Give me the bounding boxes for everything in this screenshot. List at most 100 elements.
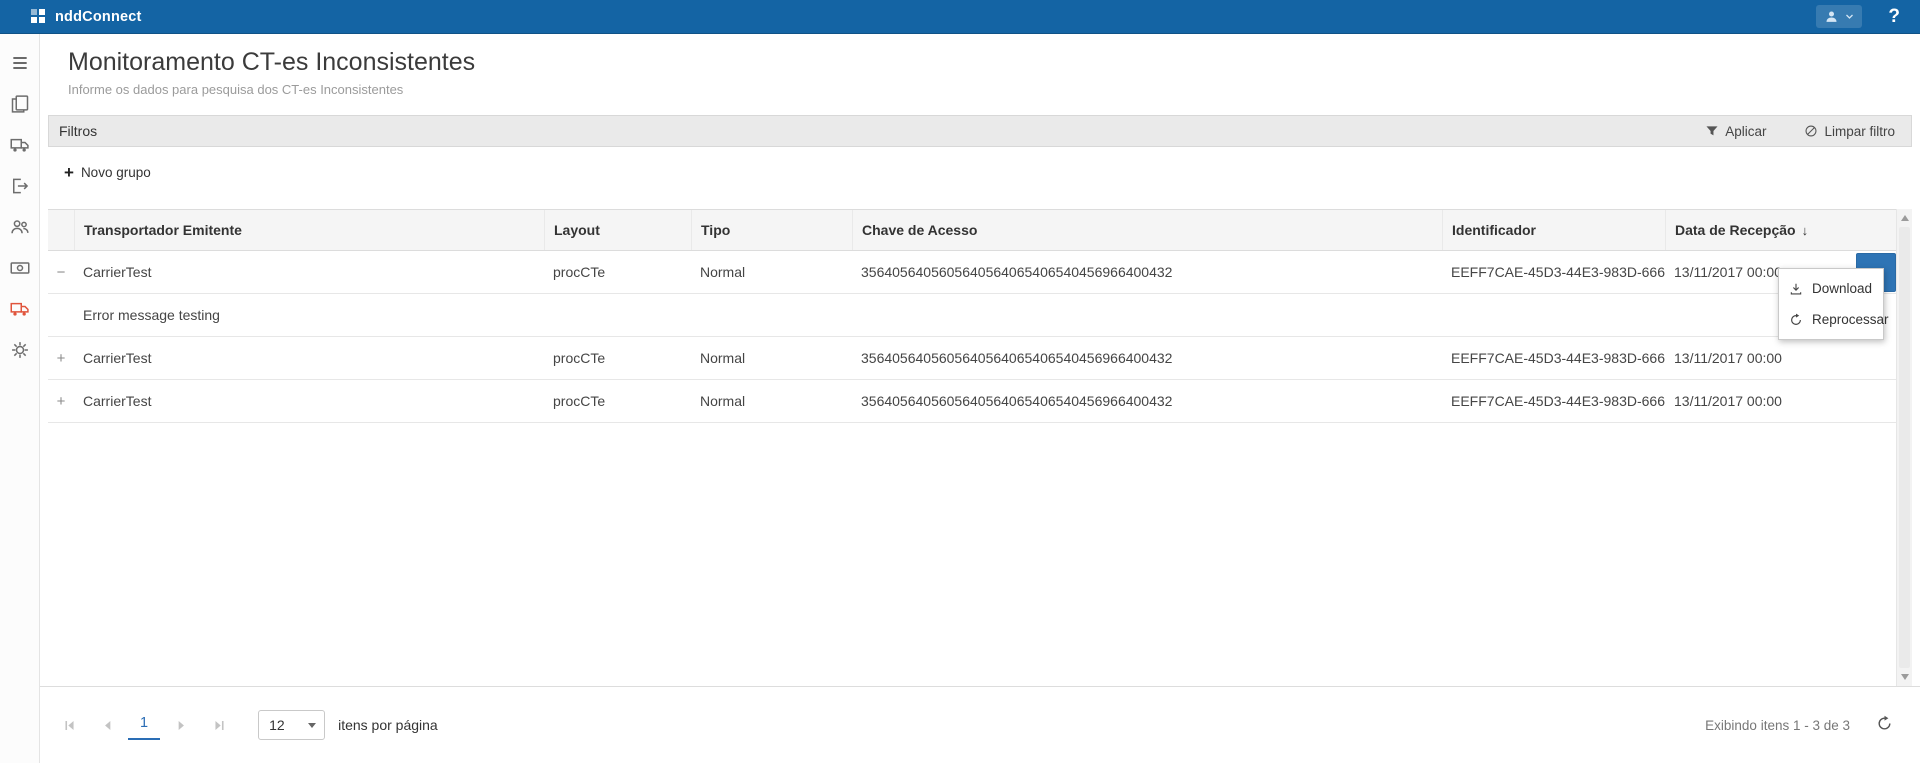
column-header-chave[interactable]: Chave de Acesso xyxy=(852,210,1442,250)
scrollbar-down-button[interactable] xyxy=(1897,670,1912,684)
help-button[interactable]: ? xyxy=(1882,6,1906,28)
page-number-1[interactable]: 1 xyxy=(128,710,160,740)
items-per-page-label: itens por página xyxy=(338,717,438,733)
collapse-row-button[interactable]: − xyxy=(48,251,74,293)
last-page-button[interactable] xyxy=(206,712,232,738)
refresh-grid-button[interactable] xyxy=(1874,715,1894,735)
column-header-layout[interactable]: Layout xyxy=(544,210,691,250)
topbar: nddConnect ? xyxy=(0,0,1920,34)
cte-truck-icon xyxy=(10,299,30,319)
apply-filter-button[interactable]: Aplicar xyxy=(1699,123,1772,140)
scrollbar-thumb[interactable] xyxy=(1899,227,1910,668)
clear-filter-label: Limpar filtro xyxy=(1824,124,1895,139)
row-detail-message: Error message testing xyxy=(48,294,1880,337)
page-size-value: 12 xyxy=(259,717,308,733)
expand-row-button[interactable]: + xyxy=(48,337,74,379)
refresh-icon xyxy=(1876,715,1893,732)
page-size-select[interactable]: 12 xyxy=(258,710,325,740)
cell-transportador: CarrierTest xyxy=(74,264,544,280)
sidebar-item-billing[interactable] xyxy=(9,257,31,279)
column-header-expander xyxy=(48,210,74,250)
cell-transportador: CarrierTest xyxy=(74,393,544,409)
next-page-button[interactable] xyxy=(168,712,194,738)
next-page-icon xyxy=(175,719,188,732)
column-header-tipo[interactable]: Tipo xyxy=(691,210,852,250)
download-icon xyxy=(1789,282,1803,296)
billing-icon xyxy=(10,258,30,278)
sidebar-item-documents[interactable] xyxy=(9,93,31,115)
previous-page-button[interactable] xyxy=(94,712,120,738)
scrollbar-up-button[interactable] xyxy=(1897,211,1912,225)
refresh-icon xyxy=(1789,313,1803,327)
cell-transportador: CarrierTest xyxy=(74,350,544,366)
table-row: + CarrierTest procCTe Normal 35640564056… xyxy=(48,380,1896,423)
truck-icon xyxy=(10,135,30,155)
cell-chave: 3564056405605640564065406540456966400432 xyxy=(852,350,1442,366)
grid-logo-icon xyxy=(30,8,47,25)
column-header-data-recepcao[interactable]: Data de Recepção ↓ xyxy=(1665,210,1896,250)
cell-tipo: Normal xyxy=(691,393,852,409)
chevron-down-icon xyxy=(1845,12,1854,21)
user-menu-button[interactable] xyxy=(1816,5,1862,28)
topbar-actions: ? xyxy=(1816,5,1906,28)
row-context-menu: Download Reprocessar xyxy=(1778,268,1884,340)
apply-filter-label: Aplicar xyxy=(1725,124,1766,139)
pager-summary: Exibindo itens 1 - 3 de 3 xyxy=(1705,718,1850,733)
cell-layout: procCTe xyxy=(544,264,691,280)
filters-body: + Novo grupo xyxy=(48,147,1912,209)
title-block: Monitoramento CT-es Inconsistentes Infor… xyxy=(40,34,1920,98)
cell-data-recepcao: 13/11/2017 00:00 xyxy=(1665,350,1896,366)
filters-title: Filtros xyxy=(59,123,97,139)
pager-right: Exibindo itens 1 - 3 de 3 xyxy=(1705,715,1894,735)
funnel-icon xyxy=(1705,124,1719,138)
column-header-transportador[interactable]: Transportador Emitente xyxy=(74,210,544,250)
expand-row-button[interactable]: + xyxy=(48,380,74,422)
cell-tipo: Normal xyxy=(691,264,852,280)
cell-chave: 3564056405605640564065406540456966400432 xyxy=(852,393,1442,409)
clear-filter-button[interactable]: Limpar filtro xyxy=(1798,123,1901,140)
cell-identificador: EEFF7CAE-45D3-44E3-983D-666564F24... xyxy=(1442,350,1665,366)
pagination-bar: 1 12 itens por página Exibindo itens 1 -… xyxy=(40,686,1920,763)
last-page-icon xyxy=(213,719,226,732)
cell-layout: procCTe xyxy=(544,350,691,366)
page: nddConnect ? xyxy=(0,0,1920,763)
main-content: Monitoramento CT-es Inconsistentes Infor… xyxy=(40,34,1920,763)
brand: nddConnect xyxy=(30,8,142,25)
first-page-icon xyxy=(63,719,76,732)
sidebar xyxy=(0,34,40,763)
table-row: + CarrierTest procCTe Normal 35640564056… xyxy=(48,337,1896,380)
column-header-identificador[interactable]: Identificador xyxy=(1442,210,1665,250)
sidebar-item-users[interactable] xyxy=(9,216,31,238)
cell-data-recepcao: 13/11/2017 00:00 xyxy=(1665,393,1896,409)
settings-gear-icon xyxy=(10,340,30,360)
plus-icon: + xyxy=(64,164,74,181)
page-title: Monitoramento CT-es Inconsistentes xyxy=(68,48,1920,77)
menu-toggle-button[interactable] xyxy=(9,52,31,74)
sidebar-item-settings[interactable] xyxy=(9,339,31,361)
vertical-scrollbar[interactable] xyxy=(1896,209,1912,686)
ban-icon xyxy=(1804,124,1818,138)
first-page-button[interactable] xyxy=(56,712,82,738)
user-icon xyxy=(1824,9,1839,24)
column-header-data-recepcao-label: Data de Recepção xyxy=(1675,222,1796,238)
grid-header: Transportador Emitente Layout Tipo Chave… xyxy=(48,209,1896,251)
cell-identificador: EEFF7CAE-45D3-44E3-983D-666564F24... xyxy=(1442,393,1665,409)
sidebar-item-transport[interactable] xyxy=(9,134,31,156)
sort-desc-icon: ↓ xyxy=(1802,223,1809,238)
sidebar-item-export[interactable] xyxy=(9,175,31,197)
scroll-down-icon xyxy=(1901,674,1909,680)
table-row: − CarrierTest procCTe Normal 35640564056… xyxy=(48,251,1896,294)
cell-layout: procCTe xyxy=(544,393,691,409)
menu-item-download[interactable]: Download xyxy=(1779,273,1883,304)
chevron-down-icon xyxy=(308,723,316,728)
menu-item-download-label: Download xyxy=(1812,281,1872,296)
users-icon xyxy=(10,217,30,237)
menu-item-reprocessar[interactable]: Reprocessar xyxy=(1779,304,1883,335)
export-icon xyxy=(10,176,30,196)
data-grid: Transportador Emitente Layout Tipo Chave… xyxy=(48,209,1912,686)
sidebar-item-cte-monitor[interactable] xyxy=(9,298,31,320)
scroll-up-icon xyxy=(1901,215,1909,221)
new-group-button[interactable]: + Novo grupo xyxy=(58,163,157,182)
grid-rows: Transportador Emitente Layout Tipo Chave… xyxy=(48,209,1896,423)
filter-actions: Aplicar Limpar filtro xyxy=(1699,123,1901,140)
